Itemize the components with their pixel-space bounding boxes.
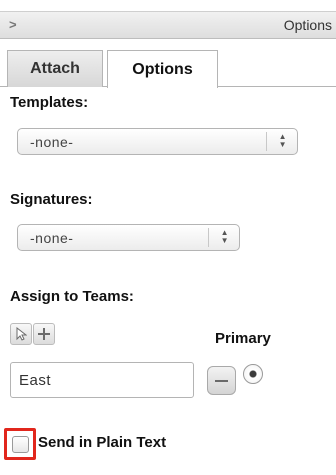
remove-team-button[interactable] — [207, 366, 236, 395]
signatures-select[interactable]: -none- ▲ ▼ — [17, 224, 240, 251]
signatures-label: Signatures: — [10, 191, 93, 208]
templates-select[interactable]: -none- ▲ ▼ — [17, 128, 298, 155]
tab-attach[interactable]: Attach — [7, 50, 103, 87]
templates-selected-value: -none- — [30, 133, 74, 150]
panel-title: Options — [283, 17, 332, 33]
tab-options[interactable]: Options — [107, 50, 218, 88]
select-team-button[interactable] — [10, 323, 32, 345]
team-name-input[interactable] — [10, 362, 194, 398]
tab-bar: Attach Options — [0, 50, 336, 88]
select-divider — [266, 132, 267, 151]
select-arrows-icon: ▲ ▼ — [278, 132, 287, 149]
cursor-arrow-icon — [16, 327, 27, 341]
add-team-button[interactable] — [33, 323, 55, 345]
options-panel-header[interactable]: > Options — [0, 11, 336, 39]
assign-teams-label: Assign to Teams: — [10, 288, 134, 305]
chevron-right-icon[interactable]: > — [9, 17, 17, 32]
plain-text-checkbox-highlight — [4, 428, 36, 460]
primary-team-radio[interactable] — [243, 364, 263, 384]
templates-label: Templates: — [10, 94, 89, 111]
select-arrows-icon: ▲ ▼ — [220, 228, 229, 245]
select-divider — [208, 228, 209, 247]
plus-icon — [38, 328, 50, 340]
signatures-selected-value: -none- — [30, 229, 74, 246]
plain-text-label[interactable]: Send in Plain Text — [38, 434, 166, 451]
primary-label: Primary — [215, 330, 271, 347]
plain-text-checkbox[interactable] — [12, 436, 29, 453]
